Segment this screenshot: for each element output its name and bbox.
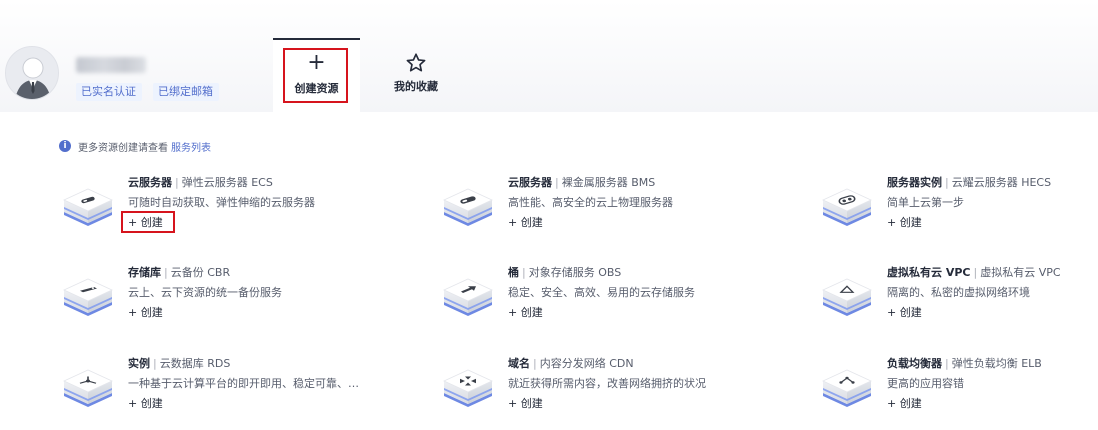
card-cdn: 域名 | 内容分发网络 CDN 就近获得所需内容，改善网络拥挤的状况 + 创建	[440, 357, 720, 417]
star-icon	[406, 53, 426, 72]
card-desc: 简单上云第一步	[887, 196, 964, 209]
card-desc: 就近获得所需内容，改善网络拥挤的状况	[508, 377, 706, 390]
card-elb: 负载均衡器 | 弹性负载均衡 ELB 更高的应用容错 + 创建	[819, 357, 1098, 417]
obs-cube-icon	[440, 272, 496, 320]
create-button[interactable]: + 创建	[508, 397, 543, 411]
plus-icon: +	[307, 50, 326, 75]
cbr-cube-icon	[60, 272, 116, 320]
card-title: 云服务器 | 弹性云服务器 ECS	[128, 176, 273, 189]
create-button[interactable]: + 创建	[508, 306, 543, 320]
highlight-box	[121, 211, 175, 233]
email-bound-badge: 已绑定邮箱	[153, 83, 219, 101]
service-list-link[interactable]: 服务列表	[171, 139, 211, 154]
tab-create-label: 创建资源	[294, 82, 339, 95]
create-button[interactable]: + 创建	[887, 216, 922, 230]
hecs-cube-icon	[819, 182, 875, 230]
card-title: 存储库 | 云备份 CBR	[128, 266, 231, 279]
card-title: 负载均衡器 | 弹性负载均衡 ELB	[887, 357, 1042, 370]
card-title: 桶 | 对象存储服务 OBS	[508, 266, 622, 279]
avatar[interactable]	[5, 46, 59, 100]
info-text: 更多资源创建请查看	[78, 142, 168, 154]
info-line: i 更多资源创建请查看 服务列表	[59, 139, 211, 154]
card-title: 服务器实例 | 云耀云服务器 HECS	[887, 176, 1052, 189]
create-button[interactable]: + 创建	[128, 397, 163, 411]
create-button[interactable]: + 创建	[887, 306, 922, 320]
create-button[interactable]: + 创建	[128, 306, 163, 320]
tab-my-favorites[interactable]: 我的收藏	[380, 50, 452, 100]
card-desc: 高性能、高安全的云上物理服务器	[508, 196, 673, 209]
card-obs: 桶 | 对象存储服务 OBS 稳定、安全、高效、易用的云存储服务 + 创建	[440, 266, 720, 326]
username-blurred	[76, 57, 146, 73]
card-title: 虚拟私有云 VPC | 虚拟私有云 VPC	[887, 266, 1061, 279]
card-desc: 云上、云下资源的统一备份服务	[128, 286, 282, 299]
card-title: 云服务器 | 裸金属服务器 BMS	[508, 176, 656, 189]
card-rds: 实例|云数据库 RDS 一种基于云计算平台的即开即用、稳定可靠、弹性伸缩、便捷管…	[60, 357, 363, 417]
tab-create-resource[interactable]: + 创建资源	[273, 38, 360, 112]
card-title: 域名 | 内容分发网络 CDN	[508, 357, 634, 370]
card-desc: 更高的应用容错	[887, 377, 964, 390]
card-cbr: 存储库 | 云备份 CBR 云上、云下资源的统一备份服务 + 创建	[60, 266, 340, 326]
card-desc: 稳定、安全、高效、易用的云存储服务	[508, 286, 695, 299]
card-bms: 云服务器 | 裸金属服务器 BMS 高性能、高安全的云上物理服务器 + 创建	[440, 176, 720, 236]
card-hecs: 服务器实例 | 云耀云服务器 HECS 简单上云第一步 + 创建	[819, 176, 1098, 236]
create-button[interactable]: + 创建	[508, 216, 543, 230]
info-icon: i	[59, 140, 71, 152]
cdn-cube-icon	[440, 363, 496, 411]
card-desc: 可随时自动获取、弹性伸缩的云服务器	[128, 196, 315, 209]
realname-verified-badge: 已实名认证	[76, 83, 142, 101]
bms-cube-icon	[440, 182, 496, 230]
card-vpc: 虚拟私有云 VPC | 虚拟私有云 VPC 隔离的、私密的虚拟网络环境 + 创建	[819, 266, 1098, 326]
vpc-cube-icon	[819, 272, 875, 320]
card-title: 实例 | 云数据库 RDS	[128, 357, 231, 370]
rds-cube-icon	[60, 363, 116, 411]
card-ecs: 云服务器 | 弹性云服务器 ECS 可随时自动获取、弹性伸缩的云服务器 + 创建	[60, 176, 340, 236]
card-desc: 隔离的、私密的虚拟网络环境	[887, 286, 1030, 299]
tab-favorites-label: 我的收藏	[394, 80, 438, 93]
create-button[interactable]: + 创建	[887, 397, 922, 411]
elb-cube-icon	[819, 363, 875, 411]
ecs-cube-icon	[60, 182, 116, 230]
card-desc: 一种基于云计算平台的即开即用、稳定可靠、弹性伸缩、便捷管理的在线关系型数据库服务	[128, 377, 363, 390]
